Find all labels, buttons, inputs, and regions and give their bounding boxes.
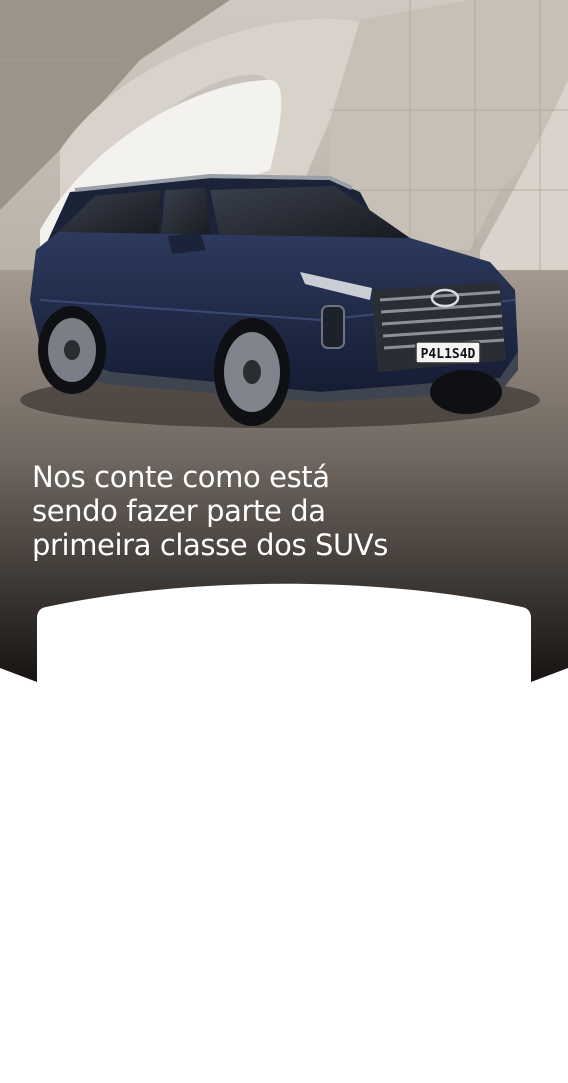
survey-card-top (0, 583, 568, 690)
survey-card-body (0, 688, 568, 1083)
headline-line: Nos conte como está (32, 460, 330, 494)
headline-line: sendo fazer parte da (32, 494, 326, 528)
hero-banner: P4L1S4D Nos conte como está sendo fazer … (0, 0, 568, 690)
headline-line: primeira classe dos SUVs (32, 528, 388, 562)
license-plate: P4L1S4D (421, 347, 476, 362)
hero-headline: Nos conte como está sendo fazer parte da… (32, 460, 452, 562)
